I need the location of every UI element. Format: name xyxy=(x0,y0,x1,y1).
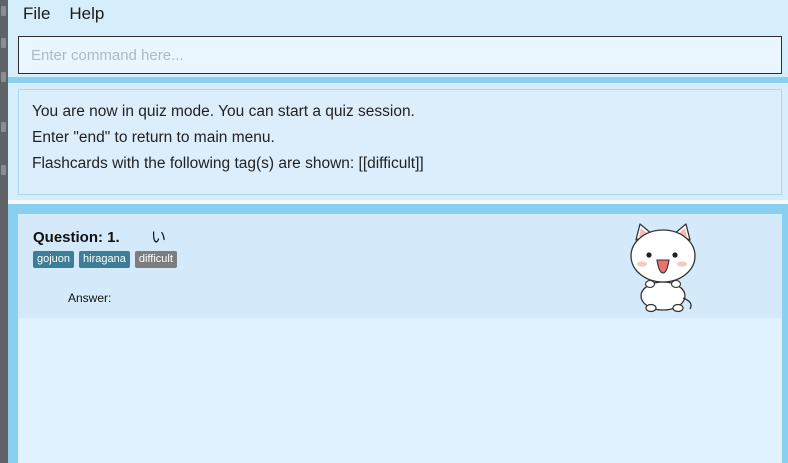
result-display: You are now in quiz mode. You can start … xyxy=(18,89,782,195)
result-line: Enter "end" to return to main menu. xyxy=(32,129,275,146)
flashcard-list: Question: 1. い gojuon hiragana difficult… xyxy=(18,214,782,463)
menu-file[interactable]: File xyxy=(23,4,50,24)
tag-badge: hiragana xyxy=(79,251,130,268)
edge-notch xyxy=(1,38,6,48)
app-window: File Help You are now in quiz mode. You … xyxy=(0,0,788,463)
edge-notch xyxy=(1,122,6,132)
edge-notch xyxy=(1,165,6,175)
edge-notch xyxy=(1,6,6,16)
menu-bar: File Help xyxy=(8,0,788,28)
cat-mascot-icon xyxy=(630,223,696,313)
tag-badge: difficult xyxy=(134,251,177,268)
question-text: い xyxy=(151,228,167,246)
command-box-panel xyxy=(8,28,788,80)
flashcard[interactable]: Question: 1. い gojuon hiragana difficult… xyxy=(18,214,782,318)
command-input[interactable] xyxy=(18,36,782,74)
tag-badge: gojuon xyxy=(33,251,75,268)
menu-help[interactable]: Help xyxy=(69,4,104,24)
question-label: Question: 1. xyxy=(33,229,120,246)
result-line: You are now in quiz mode. You can start … xyxy=(32,103,415,120)
result-line: Flashcards with the following tag(s) are… xyxy=(32,155,424,172)
edge-notch xyxy=(1,72,6,82)
result-display-panel: You are now in quiz mode. You can start … xyxy=(8,83,788,200)
answer-label: Answer: xyxy=(68,291,112,305)
left-window-edge xyxy=(0,0,8,463)
flashcard-panel: Question: 1. い gojuon hiragana difficult… xyxy=(8,204,788,463)
tag-list: gojuon hiragana difficult xyxy=(33,251,177,268)
